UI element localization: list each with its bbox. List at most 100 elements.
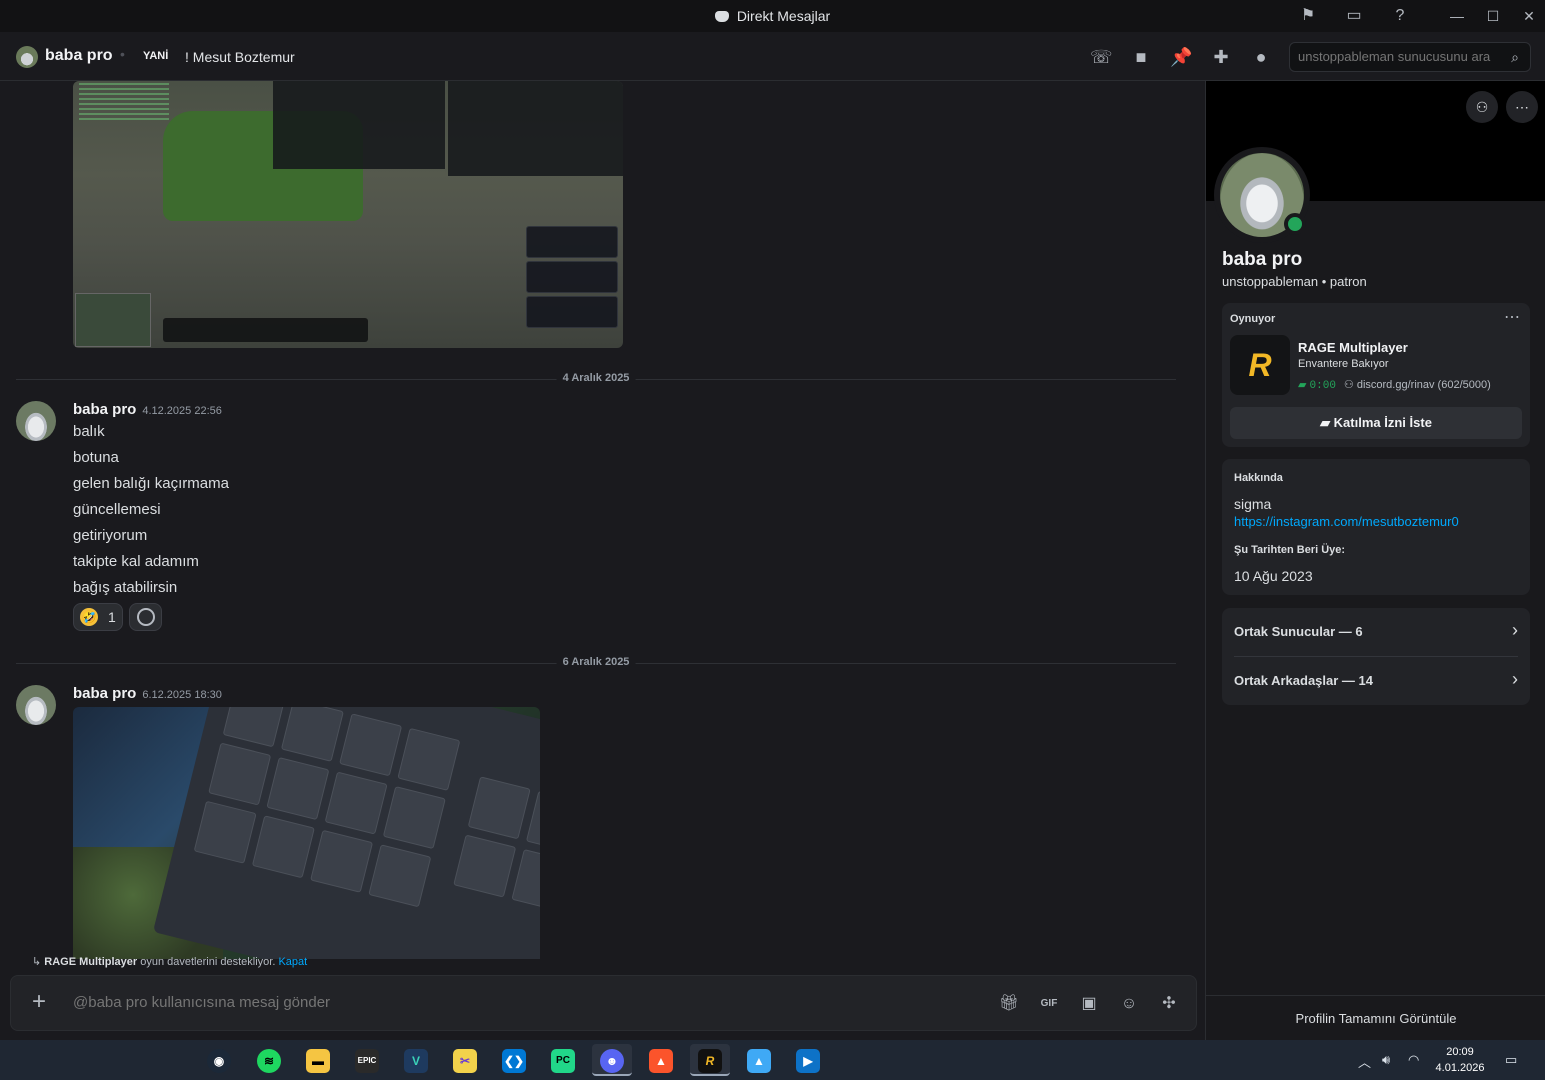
taskbar: ◉ ≋ ▬ EPIC V ✂ ❮❯ PC ☻ ▲ R ▲ ▶ ︿ 🔊︎ ◠ 20…	[0, 1040, 1545, 1080]
steam-icon[interactable]: ◉	[199, 1044, 239, 1076]
bio-text: sigma	[1234, 496, 1272, 512]
add-reaction-button[interactable]	[129, 603, 162, 631]
apps-icon[interactable]: ✣	[1158, 993, 1180, 1015]
profile-panel: ⚇ ⋯ baba pro unstoppableman • patron Oyn…	[1205, 81, 1545, 1040]
game-chat-log	[79, 83, 169, 123]
add-friend-icon[interactable]: ⚇	[1466, 91, 1498, 123]
search-icon[interactable]: ⌕	[1506, 48, 1524, 66]
wifi-icon[interactable]: ◠	[1408, 1052, 1419, 1068]
dm-user-name[interactable]: baba pro	[45, 47, 113, 65]
message-text: bağış atabilirsin	[73, 579, 178, 596]
notification-center-icon[interactable]: ▭	[1505, 1052, 1517, 1068]
profile-display-name: baba pro	[1222, 249, 1303, 270]
request-join-button[interactable]: ▰ Katılma İzni İste	[1230, 407, 1522, 439]
inventory-slot	[368, 844, 432, 908]
smiley-icon	[137, 608, 155, 626]
mutual-servers-row[interactable]: Ortak Sunucular — 6 ›	[1222, 608, 1530, 656]
activity-menu-icon[interactable]: ⋯	[1504, 307, 1520, 327]
avatar[interactable]	[16, 685, 56, 725]
photo-attachment[interactable]	[73, 707, 540, 959]
game-icon: R	[1230, 335, 1290, 395]
pycharm-icon[interactable]: PC	[543, 1044, 583, 1076]
more-options-icon[interactable]: ⋯	[1506, 91, 1538, 123]
notification-card	[526, 226, 618, 258]
profile-avatar[interactable]	[1214, 147, 1310, 243]
screen-share-icon[interactable]: ▭	[1344, 6, 1364, 26]
about-card: Hakkında sigma https://instagram.com/mes…	[1222, 459, 1530, 595]
message-author[interactable]: baba pro 6.12.2025 18:30	[73, 685, 222, 702]
system-clock[interactable]: 20:09 4.01.2026	[1430, 1044, 1490, 1076]
add-attachment-icon[interactable]: +	[27, 990, 51, 1014]
avatar[interactable]	[16, 46, 38, 68]
voice-call-icon[interactable]: ☏	[1090, 46, 1113, 68]
inventory-panel	[273, 81, 445, 169]
epic-games-icon[interactable]: EPIC	[347, 1044, 387, 1076]
inventory-slot	[382, 786, 446, 850]
video-call-icon[interactable]: ■	[1130, 46, 1152, 68]
minimize-button[interactable]: —	[1447, 6, 1467, 26]
discord-icon	[714, 11, 729, 22]
gift-icon[interactable]: 🎁︎	[998, 993, 1020, 1015]
help-icon[interactable]: ?	[1390, 6, 1410, 26]
laughing-emoji-icon: 🤣	[80, 608, 98, 626]
file-explorer-icon[interactable]: ▬	[298, 1044, 338, 1076]
screenshot-attachment[interactable]	[73, 81, 623, 348]
snipping-tool-icon[interactable]: ✂	[445, 1044, 485, 1076]
inventory-slot	[467, 776, 531, 840]
chevron-up-icon[interactable]: ︿	[1358, 1052, 1371, 1071]
game-state: Envantere Bakıyor	[1298, 358, 1389, 370]
rage-mp-icon[interactable]: R	[690, 1044, 730, 1076]
mutual-friends-row[interactable]: Ortak Arkadaşlar — 14 ›	[1222, 657, 1530, 705]
user-profile-icon[interactable]: ●	[1250, 46, 1272, 68]
avatar[interactable]	[16, 401, 56, 441]
close-button[interactable]: ✕	[1519, 6, 1539, 26]
message-author[interactable]: baba pro 4.12.2025 22:56	[73, 401, 222, 418]
reply-arrow-icon: ↳	[32, 956, 45, 968]
vscode-icon[interactable]: ❮❯	[494, 1044, 534, 1076]
message-input[interactable]	[73, 994, 873, 1011]
dm-header: baba pro • YANİ ! Mesut Boztemur ☏ ■ 📌 ✚…	[0, 32, 1545, 81]
chat-area: 4 Aralık 2025 baba pro 4.12.2025 22:56 ba…	[0, 81, 1204, 959]
search-box[interactable]: ⌕	[1289, 42, 1531, 72]
inventory-slot	[310, 829, 374, 893]
inventory-slot	[525, 790, 540, 854]
inventory-slot	[324, 771, 388, 835]
discord-icon[interactable]: ☻	[592, 1044, 632, 1076]
flag-icon[interactable]: ⚑	[1298, 6, 1318, 26]
notification-card	[526, 261, 618, 293]
party-icon: ⚇	[1343, 379, 1357, 391]
photos-icon[interactable]: ▲	[739, 1044, 779, 1076]
emoji-icon[interactable]: ☺	[1118, 993, 1140, 1015]
message-text: takipte kal adamım	[73, 553, 199, 570]
view-full-profile-button[interactable]: Profilin Tamamını Görüntüle	[1206, 995, 1545, 1040]
gif-icon[interactable]: GIF	[1038, 993, 1060, 1015]
inventory-slot	[397, 727, 461, 791]
server-tag[interactable]: YANİ	[143, 50, 168, 62]
inventory-slot	[266, 757, 330, 821]
elapsed-time: 0:00	[1309, 380, 1336, 392]
add-friends-icon[interactable]: ✚	[1210, 46, 1232, 68]
sticker-icon[interactable]: ▣	[1078, 993, 1100, 1015]
maximize-button[interactable]: ☐	[1483, 6, 1503, 26]
online-status-icon	[1284, 213, 1306, 235]
search-input[interactable]	[1298, 49, 1498, 64]
dismiss-link[interactable]: Kapat	[278, 956, 307, 968]
message-timestamp: 6.12.2025 18:30	[142, 689, 222, 701]
message-text: getiriyorum	[73, 527, 148, 544]
chevron-right-icon: ›	[1512, 669, 1518, 689]
inventory-slot	[339, 713, 403, 777]
about-label: Hakkında	[1234, 472, 1283, 484]
brave-icon[interactable]: ▲	[641, 1044, 681, 1076]
media-player-icon[interactable]: ▶	[788, 1044, 828, 1076]
inventory-slot	[251, 815, 315, 879]
spotify-icon[interactable]: ≋	[249, 1044, 289, 1076]
activity-card: Oynuyor ⋯ R RAGE Multiplayer Envantere B…	[1222, 303, 1530, 447]
notification-card	[526, 296, 618, 328]
reaction-button[interactable]: 🤣 1	[73, 603, 123, 631]
pin-icon[interactable]: 📌	[1170, 46, 1192, 68]
minimap	[75, 293, 151, 347]
clock-time: 20:09	[1446, 1046, 1474, 1058]
bio-link[interactable]: https://instagram.com/mesutboztemur0	[1234, 514, 1459, 529]
visual-studio-icon[interactable]: V	[396, 1044, 436, 1076]
volume-icon[interactable]: 🔊︎	[1382, 1052, 1390, 1068]
